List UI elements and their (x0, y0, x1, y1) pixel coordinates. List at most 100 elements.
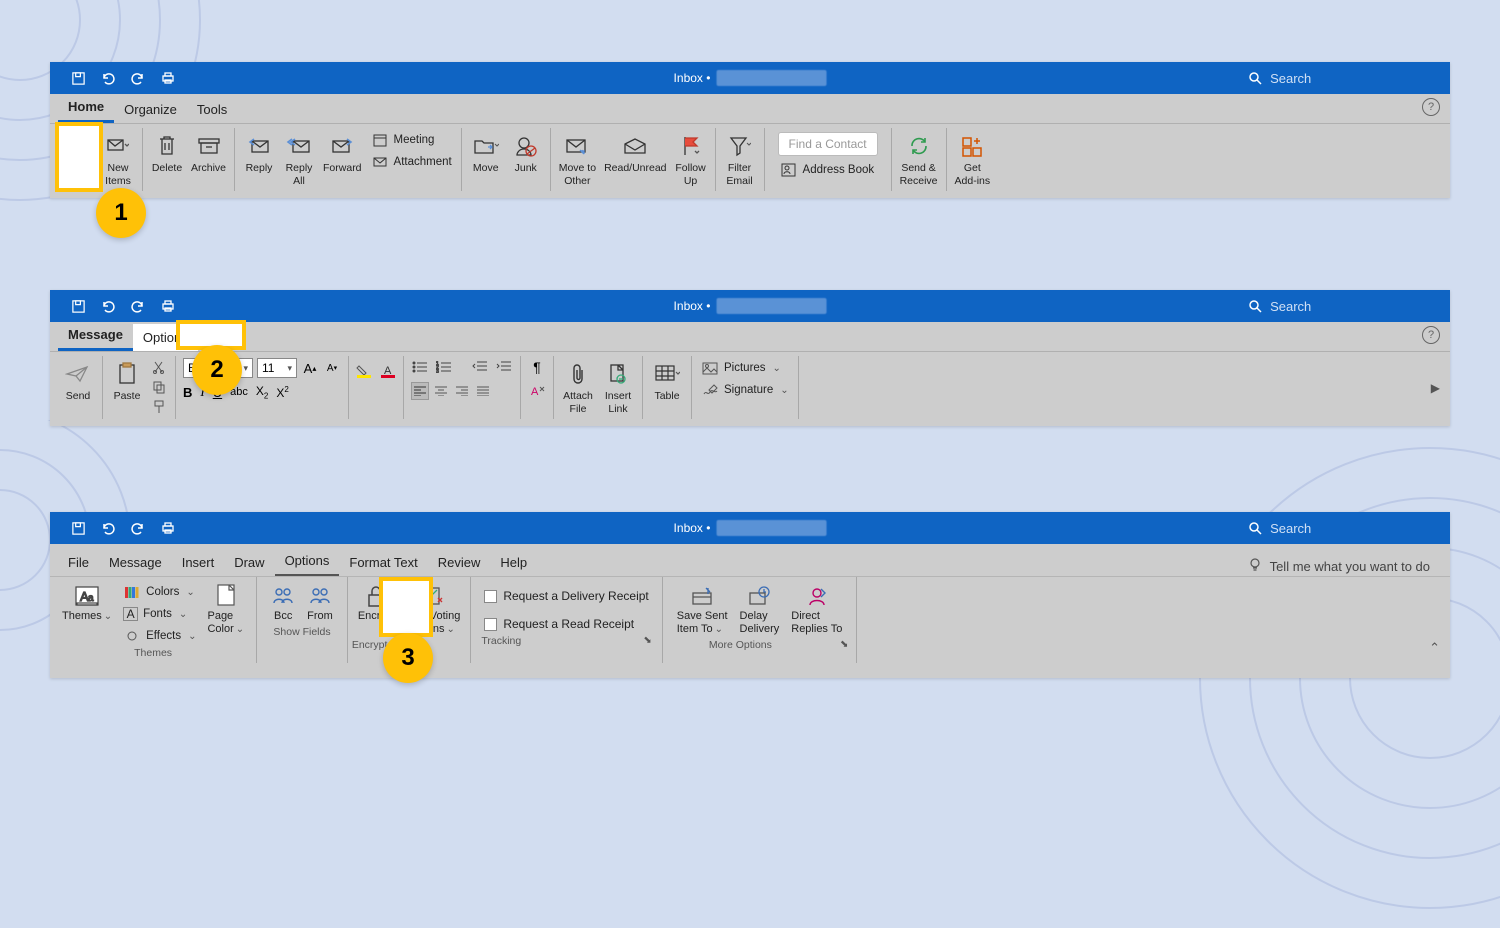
junk-button[interactable]: Junk (506, 130, 546, 177)
attach-file-button[interactable]: Attach File (558, 358, 598, 417)
tab-organize[interactable]: Organize (114, 96, 187, 123)
search-box[interactable] (1240, 518, 1440, 538)
search-input[interactable] (1270, 71, 1432, 86)
tab-file[interactable]: File (58, 549, 99, 576)
from-icon (308, 582, 332, 610)
align-left-icon[interactable] (411, 382, 429, 400)
delay-delivery-button[interactable]: Delay Delivery (734, 580, 786, 638)
highlight-encrypt (379, 577, 433, 637)
tab-tools[interactable]: Tools (187, 96, 237, 123)
print-icon[interactable] (160, 520, 176, 536)
filter-email-button[interactable]: Filter Email (720, 130, 760, 189)
print-icon[interactable] (160, 70, 176, 86)
get-addins-button[interactable]: Get Add-ins (951, 130, 995, 189)
justify-icon[interactable] (474, 382, 492, 400)
print-icon[interactable] (160, 298, 176, 314)
pictures-icon (701, 359, 719, 377)
redo-icon[interactable] (130, 520, 146, 536)
pictures-button[interactable]: Pictures (699, 358, 791, 378)
move-button[interactable]: Move (466, 130, 506, 177)
send-button[interactable]: Send (58, 358, 98, 405)
save-sent-button[interactable]: Save Sent Item To (671, 580, 734, 638)
reply-all-button[interactable]: Reply All (279, 130, 319, 189)
highlight-color-icon[interactable] (355, 362, 373, 380)
tab-message[interactable]: Message (99, 549, 172, 576)
delete-button[interactable]: Delete (147, 130, 187, 177)
tab-review[interactable]: Review (428, 549, 491, 576)
bcc-button[interactable]: Bcc (265, 580, 301, 625)
effects-button[interactable]: Effects (121, 626, 198, 646)
undo-icon[interactable] (100, 70, 116, 86)
shrink-font-icon[interactable]: A▾ (323, 359, 341, 377)
search-icon (1248, 298, 1262, 314)
align-center-icon[interactable] (432, 382, 450, 400)
tab-options[interactable]: Options (275, 547, 340, 576)
read-unread-button[interactable]: Read/Unread (600, 130, 670, 177)
align-right-icon[interactable] (453, 382, 471, 400)
indent-icon[interactable] (495, 358, 513, 376)
collapse-ribbon-icon[interactable]: ⌃ (1429, 640, 1440, 655)
follow-up-button[interactable]: Follow Up (671, 130, 711, 189)
more-options-launcher-icon[interactable]: ⬊ (840, 639, 848, 651)
save-icon[interactable] (70, 298, 86, 314)
direct-replies-button[interactable]: Direct Replies To (785, 580, 848, 638)
undo-icon[interactable] (100, 520, 116, 536)
tab-format-text[interactable]: Format Text (339, 549, 427, 576)
archive-button[interactable]: Archive (187, 130, 230, 177)
bold-button[interactable]: B (183, 385, 192, 400)
save-icon[interactable] (70, 520, 86, 536)
tab-help[interactable]: Help (490, 549, 537, 576)
tab-home[interactable]: Home (58, 93, 114, 123)
delivery-receipt-checkbox[interactable]: Request a Delivery Receipt (484, 586, 648, 606)
fonts-button[interactable]: AFonts (121, 606, 198, 622)
account-name-redacted (716, 70, 826, 86)
page-color-button[interactable]: Page Color (201, 580, 250, 646)
tab-insert[interactable]: Insert (172, 549, 225, 576)
insert-link-button[interactable]: Insert Link (598, 358, 638, 417)
grow-font-icon[interactable]: A▴ (301, 359, 319, 377)
themes-button[interactable]: AaThemes (56, 580, 118, 646)
font-color-icon[interactable]: A (379, 362, 397, 380)
forward-button[interactable]: Forward (319, 130, 366, 177)
tell-me-box[interactable]: Tell me what you want to do (1248, 557, 1442, 576)
numbering-icon[interactable]: 123 (435, 358, 453, 376)
help-icon[interactable]: ? (1422, 326, 1440, 344)
subscript-button[interactable]: X2 (256, 384, 268, 400)
search-box[interactable] (1240, 296, 1440, 316)
signature-button[interactable]: Signature (699, 380, 791, 400)
copy-icon[interactable] (150, 378, 168, 396)
colors-button[interactable]: Colors (121, 582, 198, 602)
bullets-icon[interactable] (411, 358, 429, 376)
tab-message[interactable]: Message (58, 321, 133, 351)
clear-format-icon[interactable]: A (528, 382, 546, 400)
help-icon[interactable]: ? (1422, 98, 1440, 116)
search-box[interactable] (1240, 68, 1440, 88)
font-size-select[interactable]: 11 (257, 358, 297, 378)
format-painter-icon[interactable] (150, 398, 168, 416)
meeting-button[interactable]: Meeting (369, 130, 454, 150)
cut-icon[interactable] (150, 358, 168, 376)
reply-button[interactable]: Reply (239, 130, 279, 177)
attachment-button[interactable]: Attachment (369, 152, 454, 172)
paste-button[interactable]: Paste (107, 358, 147, 405)
send-receive-button[interactable]: Send & Receive (896, 130, 942, 189)
table-button[interactable]: Table (647, 358, 687, 405)
from-button[interactable]: From (301, 580, 339, 625)
archive-icon (197, 132, 221, 160)
read-receipt-checkbox[interactable]: Request a Read Receipt (484, 614, 648, 634)
find-contact-input[interactable]: Find a Contact (778, 132, 878, 156)
tab-draw[interactable]: Draw (224, 549, 274, 576)
tracking-launcher-icon[interactable]: ⬊ (643, 635, 651, 647)
redo-icon[interactable] (130, 70, 146, 86)
superscript-button[interactable]: X2 (276, 385, 288, 400)
address-book-button[interactable]: Address Book (772, 160, 884, 180)
ribbon-expand-icon[interactable]: ▶ (1431, 381, 1440, 395)
redo-icon[interactable] (130, 298, 146, 314)
outdent-icon[interactable] (471, 358, 489, 376)
move-to-other-button[interactable]: Move to Other (555, 130, 600, 189)
new-items-button[interactable]: New Items (98, 130, 138, 189)
flag-icon (681, 132, 701, 160)
undo-icon[interactable] (100, 298, 116, 314)
save-icon[interactable] (70, 70, 86, 86)
paragraph-icon[interactable]: ¶ (528, 358, 546, 376)
